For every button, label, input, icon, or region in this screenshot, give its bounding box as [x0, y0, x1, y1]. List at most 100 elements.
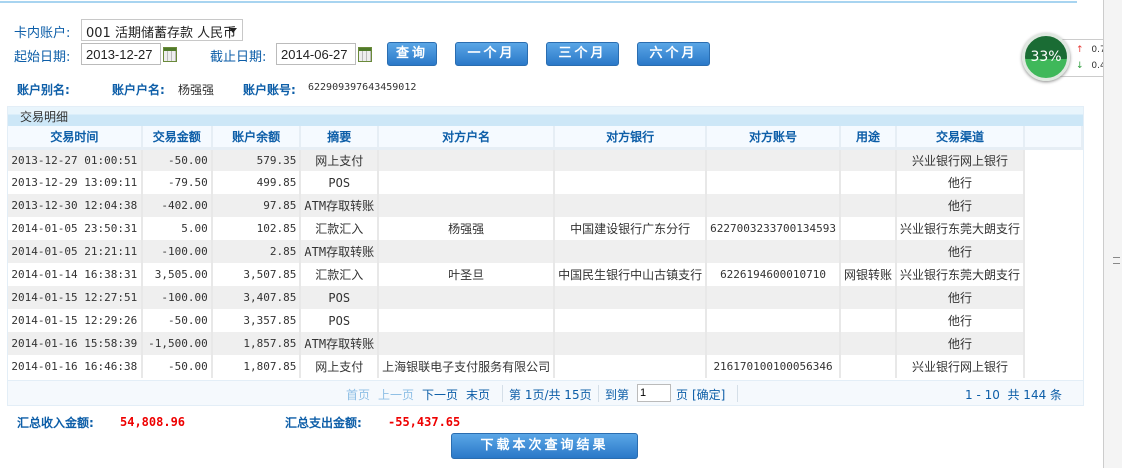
table-cell: 他行	[895, 194, 1026, 217]
confirm-page-button[interactable]: [确定]	[692, 386, 725, 403]
table-cell: POS	[300, 286, 380, 309]
grip-icon[interactable]	[1113, 257, 1120, 264]
table-cell: 2014-01-15 12:27:51	[8, 286, 143, 309]
table-cell: -402.00	[141, 194, 213, 217]
scrollbar[interactable]	[1103, 0, 1122, 468]
account-name-label: 账户户名:	[112, 83, 165, 97]
table-cell-empty	[1024, 171, 1082, 194]
table-cell: 6226194600010710	[706, 263, 841, 286]
table-cell: 499.85	[211, 171, 302, 194]
page-number-input[interactable]	[637, 384, 671, 402]
income-total-label: 汇总收入金额:	[17, 416, 94, 430]
table-cell: -79.50	[141, 171, 213, 194]
table-cell	[706, 171, 841, 194]
table-cell: 102.85	[211, 217, 302, 240]
table-cell: 中国建设银行广东分行	[554, 217, 708, 240]
prev-page-link[interactable]: 上一页	[378, 386, 414, 403]
table-cell: 汇款汇入	[300, 217, 380, 240]
table-cell: 1,807.85	[211, 355, 302, 378]
transaction-table: 交易时间 交易金额 账户余额 摘要 对方户名 对方银行 对方账号 用途 交易渠道 2013-12…	[8, 126, 1083, 378]
memory-percent-ball[interactable]: 33%	[1022, 33, 1070, 81]
column-header: 交易渠道	[895, 126, 1026, 150]
table-cell	[378, 171, 556, 194]
table-cell: 兴业银行东莞大朗支行	[895, 217, 1026, 240]
table-cell: 5.00	[141, 217, 213, 240]
table-row: 2013-12-27 01:00:51 -50.00 579.35 网上支付 兴业银行网…	[8, 148, 1082, 171]
start-date-input[interactable]	[81, 43, 161, 65]
table-cell: 3,407.85	[211, 286, 302, 309]
calendar-icon[interactable]	[358, 47, 372, 62]
table-cell: -50.00	[141, 309, 213, 332]
column-header: 交易金额	[141, 126, 213, 150]
alias-label: 账户别名:	[17, 83, 70, 97]
table-cell	[378, 309, 556, 332]
column-header-empty	[1024, 126, 1083, 150]
six-months-button[interactable]: 六个月	[637, 42, 710, 66]
table-cell: 3,505.00	[141, 263, 213, 286]
table-cell	[378, 332, 556, 355]
table-cell: POS	[300, 309, 380, 332]
table-cell-empty	[1024, 355, 1082, 378]
last-page-link[interactable]: 末页	[466, 386, 490, 403]
table-cell: 579.35	[211, 148, 302, 171]
table-cell: 6227003233700134593	[706, 217, 841, 240]
goto-label: 到第	[605, 388, 630, 402]
divider	[598, 385, 599, 402]
end-date-input[interactable]	[276, 43, 356, 65]
table-cell-empty	[1024, 194, 1082, 217]
table-cell: -100.00	[141, 240, 213, 263]
table-cell	[378, 240, 556, 263]
table-cell-empty	[1024, 148, 1082, 171]
table-cell-empty	[1024, 309, 1082, 332]
table-cell: 网上支付	[300, 355, 380, 378]
table-cell: 2014-01-16 15:58:39	[8, 332, 143, 355]
table-cell	[554, 332, 708, 355]
table-cell: 1,857.85	[211, 332, 302, 355]
column-header: 摘要	[300, 126, 380, 150]
table-cell: 网银转账	[839, 263, 897, 286]
table-cell: 3,507.85	[211, 263, 302, 286]
table-cell: 216170100100056346	[706, 355, 841, 378]
table-cell: 杨强强	[378, 217, 556, 240]
expense-total-value: -55,437.65	[388, 415, 461, 429]
table-cell: 叶圣旦	[378, 263, 556, 286]
table-cell: 他行	[895, 240, 1026, 263]
account-select[interactable]: 001 活期储蓄存款 人民币	[81, 19, 243, 41]
table-cell: ATM存取转账	[300, 240, 380, 263]
column-header: 交易时间	[8, 126, 143, 150]
column-header: 账户余额	[211, 126, 302, 150]
table-cell: 兴业银行东莞大朗支行	[895, 263, 1026, 286]
table-cell	[706, 309, 841, 332]
table-cell: 兴业银行网上银行	[895, 355, 1026, 378]
table-cell	[706, 194, 841, 217]
table-cell: 2014-01-05 21:21:11	[8, 240, 143, 263]
table-cell	[378, 194, 556, 217]
next-page-link[interactable]: 下一页	[422, 386, 458, 403]
three-months-button[interactable]: 三个月	[546, 42, 619, 66]
table-row: 2013-12-29 13:09:11 -79.50 499.85 POS 他行	[8, 171, 1082, 194]
table-cell	[554, 240, 708, 263]
table-cell: 他行	[895, 332, 1026, 355]
table-row: 2013-12-30 12:04:38 -402.00 97.85 ATM存取转账 他行	[8, 194, 1082, 217]
table-cell	[839, 217, 897, 240]
column-header: 对方账号	[706, 126, 841, 150]
download-results-button[interactable]: 下载本次查询结果	[451, 433, 638, 459]
one-month-button[interactable]: 一个月	[455, 42, 528, 66]
table-cell-empty	[1024, 263, 1082, 286]
account-number-value: 622909397643459012	[308, 82, 417, 93]
table-cell: 97.85	[211, 194, 302, 217]
table-cell: 2.85	[211, 240, 302, 263]
table-cell-empty	[1024, 332, 1082, 355]
query-button[interactable]: 查询	[387, 42, 437, 66]
top-border	[0, 0, 1077, 3]
table-cell: 2014-01-15 12:29:26	[8, 309, 143, 332]
table-cell: -50.00	[141, 148, 213, 171]
table-cell	[554, 148, 708, 171]
first-page-link[interactable]: 首页	[346, 386, 370, 403]
account-name-value: 杨强强	[178, 83, 215, 97]
arrow-up-icon: ↑	[1076, 45, 1084, 55]
account-number-label: 账户账号:	[243, 83, 296, 97]
table-cell-empty	[1024, 286, 1082, 309]
table-cell-empty	[1024, 217, 1082, 240]
calendar-icon[interactable]	[163, 47, 177, 62]
